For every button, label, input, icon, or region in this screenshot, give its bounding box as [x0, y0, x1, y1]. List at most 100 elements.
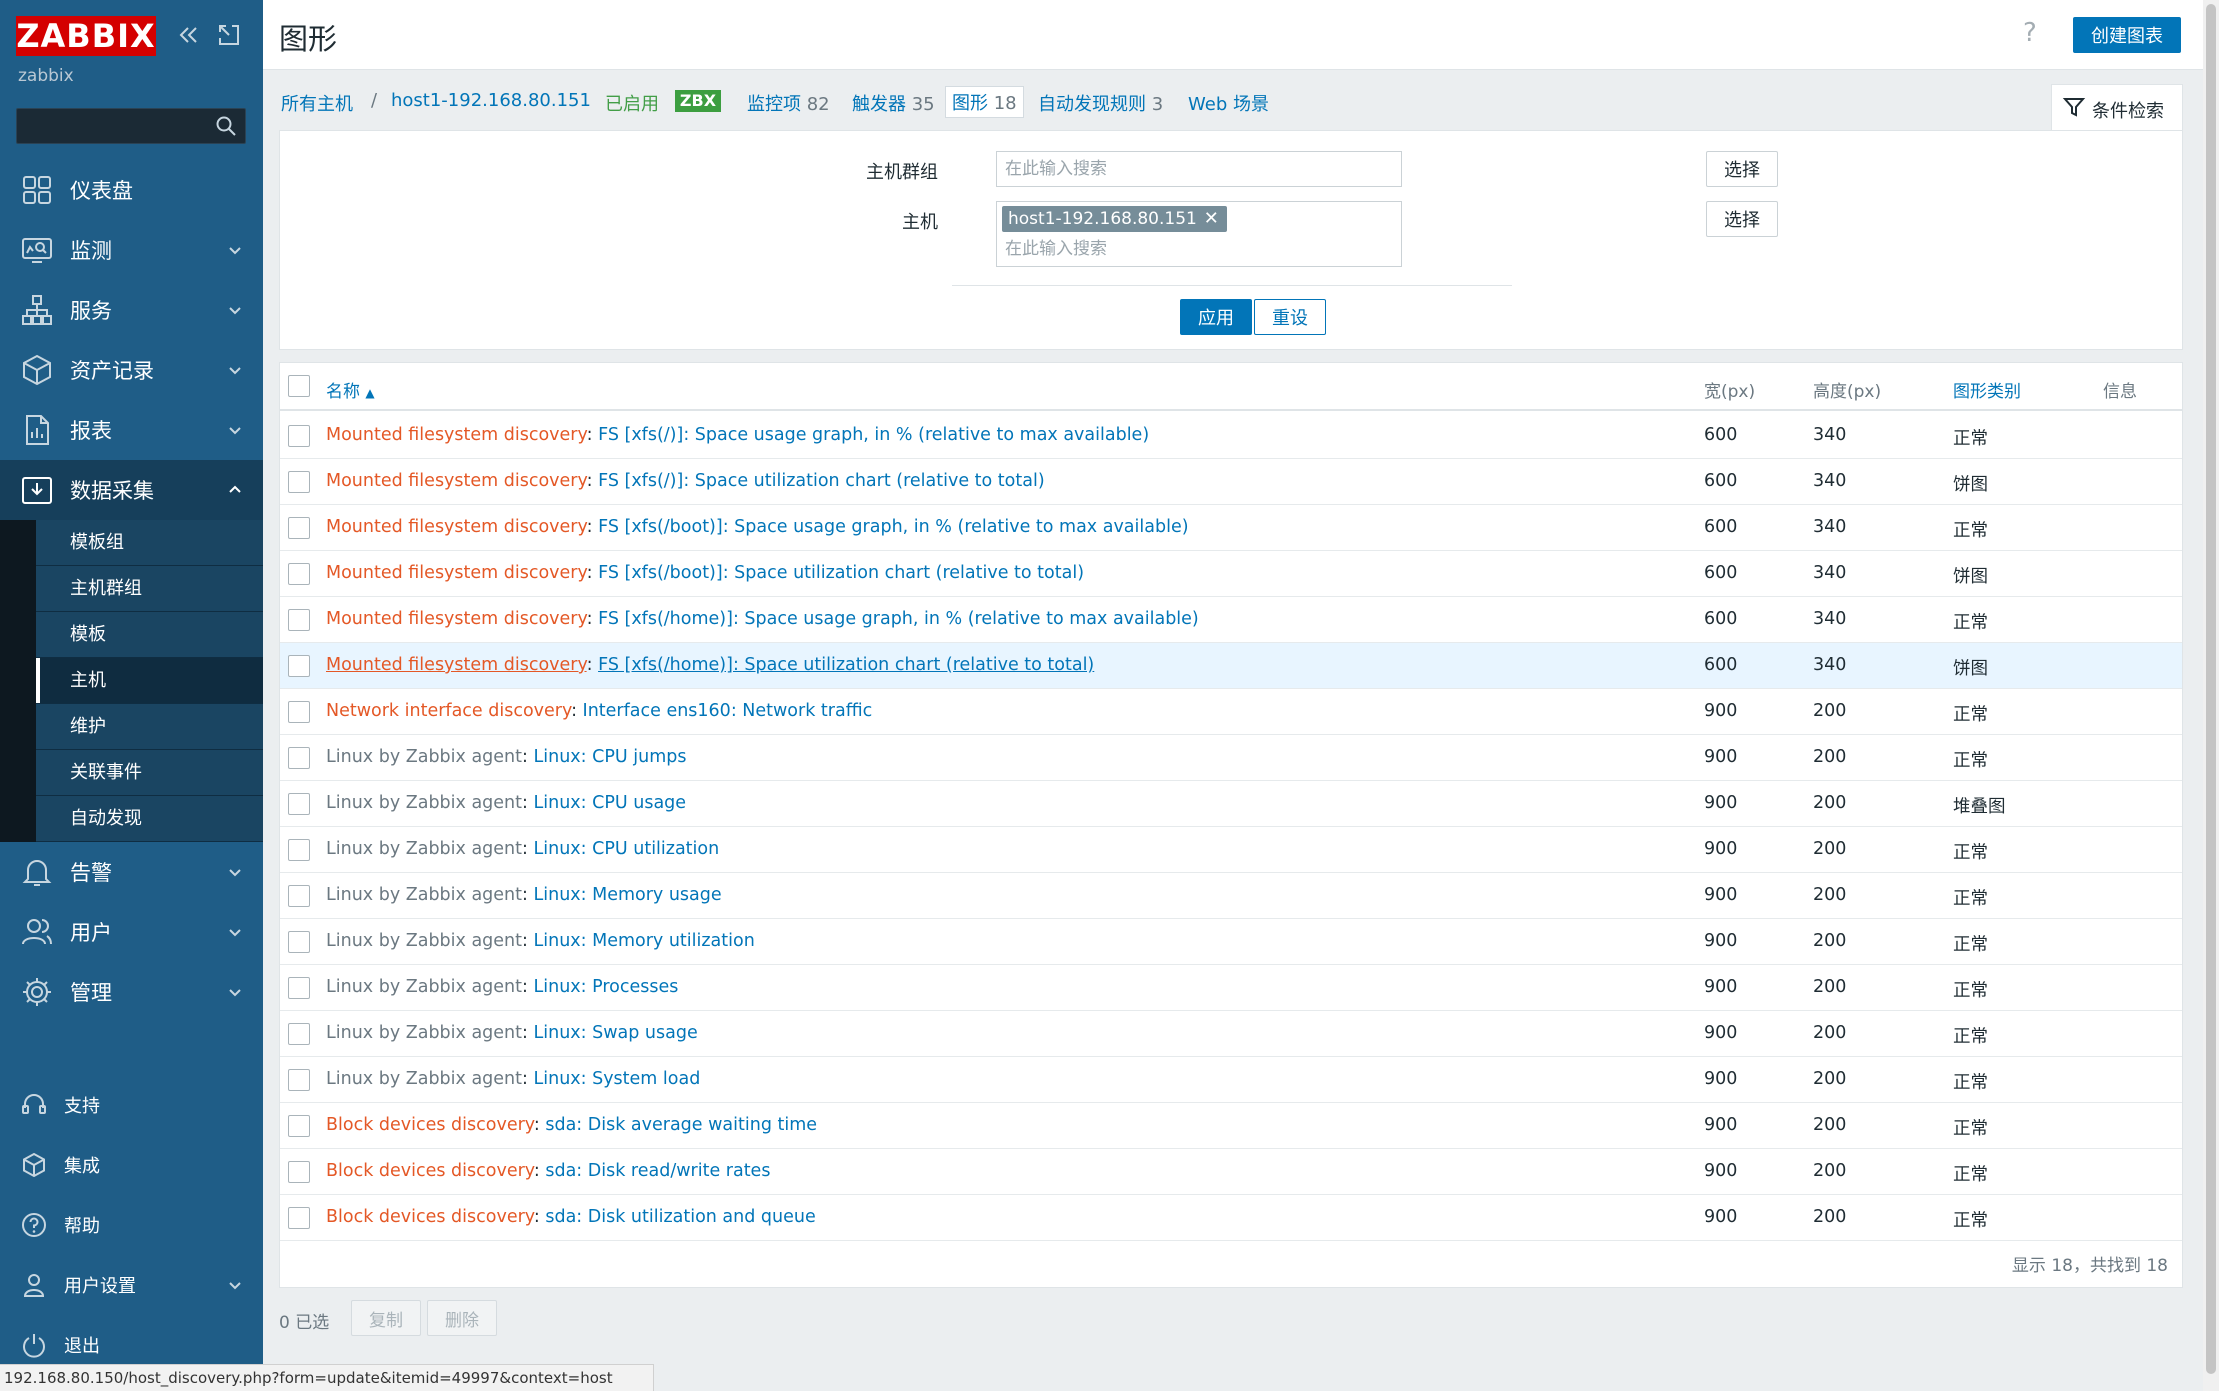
row-checkbox[interactable]: [288, 1207, 310, 1229]
graph-source-link[interactable]: Mounted filesystem discovery: [326, 563, 587, 583]
graph-name-link[interactable]: Linux: System load: [533, 1069, 700, 1089]
submenu-discovery[interactable]: 自动发现: [36, 796, 263, 842]
page-scrollbar[interactable]: [2203, 0, 2219, 1391]
kiosk-mode-icon[interactable]: [216, 22, 242, 48]
graph-source-link[interactable]: Mounted filesystem discovery: [326, 517, 587, 537]
host-status-enabled[interactable]: 已启用: [605, 90, 659, 116]
graph-source-link[interactable]: Mounted filesystem discovery: [326, 655, 587, 675]
submenu-maintenance[interactable]: 维护: [36, 704, 263, 750]
row-checkbox[interactable]: [288, 655, 310, 677]
graph-name-link[interactable]: FS [xfs(/home)]: Space utilization chart…: [598, 655, 1094, 675]
breadcrumb-all-hosts[interactable]: 所有主机: [281, 90, 353, 116]
row-checkbox[interactable]: [288, 1023, 310, 1045]
menu-reports[interactable]: 报表: [0, 400, 263, 460]
graph-name-link[interactable]: sda: Disk read/write rates: [545, 1161, 770, 1181]
search-icon[interactable]: [215, 115, 237, 137]
graph-source-link[interactable]: Linux by Zabbix agent: [326, 839, 522, 859]
graph-name-link[interactable]: Linux: Memory utilization: [533, 931, 754, 951]
delete-button[interactable]: 删除: [427, 1300, 497, 1336]
submenu-templates[interactable]: 模板: [36, 612, 263, 658]
collapse-sidebar-icon[interactable]: [176, 22, 202, 48]
graph-name-link[interactable]: Linux: Memory usage: [533, 885, 721, 905]
host-group-input[interactable]: [996, 151, 1402, 187]
scrollbar-thumb[interactable]: [2206, 4, 2216, 1374]
graph-name-link[interactable]: Linux: Swap usage: [533, 1023, 697, 1043]
row-checkbox[interactable]: [288, 839, 310, 861]
menu-users[interactable]: 用户: [0, 902, 263, 962]
graph-name-link[interactable]: Linux: CPU utilization: [533, 839, 719, 859]
graph-name-link[interactable]: FS [xfs(/)]: Space utilization chart (re…: [598, 471, 1045, 491]
graph-source-link[interactable]: Linux by Zabbix agent: [326, 747, 522, 767]
graph-name-link[interactable]: Linux: Processes: [533, 977, 678, 997]
row-checkbox[interactable]: [288, 1115, 310, 1137]
graph-source-link[interactable]: Block devices discovery: [326, 1207, 534, 1227]
graph-source-link[interactable]: Linux by Zabbix agent: [326, 793, 522, 813]
menu-help[interactable]: 帮助: [0, 1195, 263, 1255]
graph-source-link[interactable]: Network interface discovery: [326, 701, 571, 721]
row-checkbox[interactable]: [288, 425, 310, 447]
row-checkbox[interactable]: [288, 471, 310, 493]
row-checkbox[interactable]: [288, 747, 310, 769]
tab-graphs[interactable]: 图形 18: [945, 86, 1024, 118]
graph-name-link[interactable]: FS [xfs(/boot)]: Space usage graph, in %…: [598, 517, 1188, 537]
menu-dashboard[interactable]: 仪表盘: [0, 160, 263, 220]
graph-name-link[interactable]: sda: Disk average waiting time: [545, 1115, 817, 1135]
breadcrumb-host[interactable]: host1-192.168.80.151: [391, 90, 591, 111]
row-checkbox[interactable]: [288, 517, 310, 539]
row-checkbox[interactable]: [288, 609, 310, 631]
graph-source-link[interactable]: Linux by Zabbix agent: [326, 1069, 522, 1089]
row-checkbox[interactable]: [288, 701, 310, 723]
row-checkbox[interactable]: [288, 1161, 310, 1183]
menu-inventory[interactable]: 资产记录: [0, 340, 263, 400]
tab-items[interactable]: 监控项 82: [747, 90, 830, 116]
menu-integrations[interactable]: 集成: [0, 1135, 263, 1195]
graph-source-link[interactable]: Block devices discovery: [326, 1161, 534, 1181]
host-group-select-button[interactable]: 选择: [1706, 151, 1778, 187]
create-graph-button[interactable]: 创建图表: [2073, 17, 2181, 53]
host-select-button[interactable]: 选择: [1706, 201, 1778, 237]
graph-name-link[interactable]: FS [xfs(/boot)]: Space utilization chart…: [598, 563, 1084, 583]
graph-source-link[interactable]: Mounted filesystem discovery: [326, 609, 587, 629]
graph-name-link[interactable]: FS [xfs(/home)]: Space usage graph, in %…: [598, 609, 1199, 629]
zabbix-logo[interactable]: ZABBIX: [16, 16, 156, 56]
row-checkbox[interactable]: [288, 1069, 310, 1091]
host-search-input[interactable]: [999, 236, 1397, 262]
menu-support[interactable]: 支持: [0, 1075, 263, 1135]
column-graph-type[interactable]: 图形类别: [1953, 377, 2021, 402]
sidebar-search-input[interactable]: [17, 109, 207, 143]
menu-services[interactable]: 服务: [0, 280, 263, 340]
submenu-hosts[interactable]: 主机: [36, 658, 263, 704]
graph-source-link[interactable]: Block devices discovery: [326, 1115, 534, 1135]
tab-discovery-rules[interactable]: 自动发现规则 3: [1038, 90, 1163, 116]
graph-name-link[interactable]: Linux: CPU jumps: [533, 747, 686, 767]
copy-button[interactable]: 复制: [351, 1300, 421, 1336]
graph-name-link[interactable]: FS [xfs(/)]: Space usage graph, in % (re…: [598, 425, 1149, 445]
tab-web-scenarios[interactable]: Web 场景: [1188, 90, 1269, 116]
submenu-template-groups[interactable]: 模板组: [36, 520, 263, 566]
reset-button[interactable]: 重设: [1254, 299, 1326, 335]
help-icon[interactable]: ?: [2023, 18, 2037, 48]
graph-source-link[interactable]: Mounted filesystem discovery: [326, 425, 587, 445]
menu-alerts[interactable]: 告警: [0, 842, 263, 902]
graph-name-link[interactable]: Linux: CPU usage: [533, 793, 686, 813]
filter-toggle-tab[interactable]: 条件检索: [2051, 84, 2183, 130]
row-checkbox[interactable]: [288, 563, 310, 585]
graph-source-link[interactable]: Linux by Zabbix agent: [326, 977, 522, 997]
row-checkbox[interactable]: [288, 793, 310, 815]
host-multiselect[interactable]: host1-192.168.80.151 ✕: [996, 201, 1402, 267]
menu-administration[interactable]: 管理: [0, 962, 263, 1022]
menu-data-collection[interactable]: 数据采集: [0, 460, 263, 520]
row-checkbox[interactable]: [288, 977, 310, 999]
submenu-host-groups[interactable]: 主机群组: [36, 566, 263, 612]
graph-source-link[interactable]: Mounted filesystem discovery: [326, 471, 587, 491]
submenu-event-correlation[interactable]: 关联事件: [36, 750, 263, 796]
tab-triggers[interactable]: 触发器 35: [852, 90, 935, 116]
remove-chip-icon[interactable]: ✕: [1204, 206, 1219, 232]
menu-user-settings[interactable]: 用户设置: [0, 1255, 263, 1315]
row-checkbox[interactable]: [288, 885, 310, 907]
select-all-checkbox[interactable]: [288, 375, 310, 397]
column-name[interactable]: 名称 ▲: [326, 377, 375, 402]
apply-button[interactable]: 应用: [1180, 299, 1252, 335]
row-checkbox[interactable]: [288, 931, 310, 953]
graph-source-link[interactable]: Linux by Zabbix agent: [326, 1023, 522, 1043]
